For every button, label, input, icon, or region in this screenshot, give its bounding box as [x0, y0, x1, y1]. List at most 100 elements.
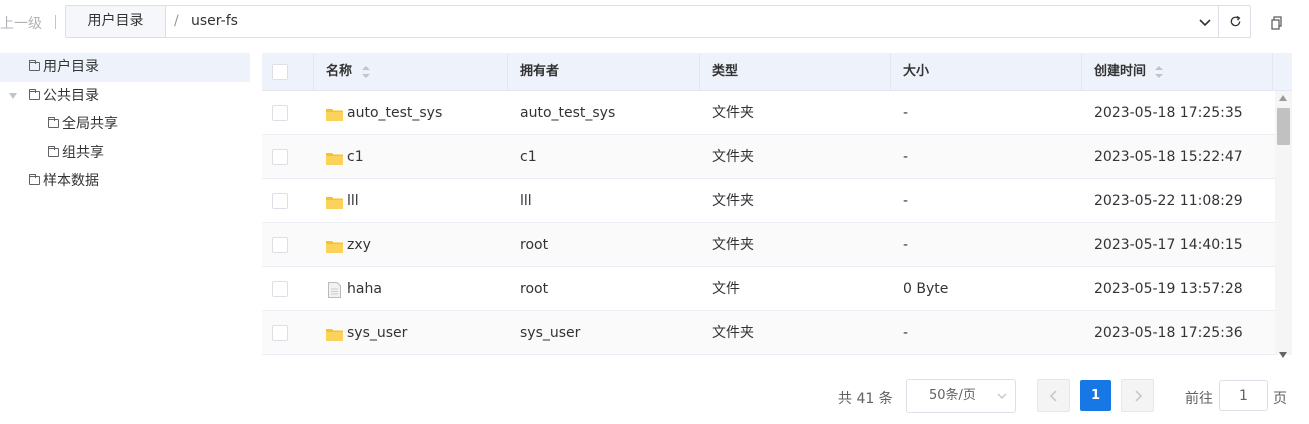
cell-name[interactable]: sys_user — [347, 311, 407, 355]
goto-label: 前往 — [1185, 391, 1213, 407]
table-row[interactable]: lll lll 文件夹 - 2023-05-22 11:08:29 — [262, 179, 1275, 223]
column-header-type: 类型 — [712, 64, 739, 79]
cell-owner: sys_user — [520, 325, 581, 341]
cell-created: 2023-05-18 17:25:36 — [1094, 325, 1243, 341]
cell-owner: root — [520, 237, 549, 253]
tree-item-sample-data[interactable]: 样本数据 — [0, 167, 250, 196]
chevron-down-icon[interactable] — [1198, 15, 1212, 29]
table-row[interactable]: auto_test_sys auto_test_sys 文件夹 - 2023-0… — [262, 91, 1275, 135]
chevron-left-icon — [1049, 389, 1057, 402]
path-breadcrumb: 用户目录 / user-fs — [65, 5, 1251, 38]
page-number-current[interactable]: 1 — [1080, 380, 1111, 411]
folder-icon — [326, 109, 343, 121]
folder-outline-icon — [48, 117, 59, 128]
row-checkbox[interactable] — [272, 281, 288, 297]
tree-item-user-dir[interactable]: 用户目录 — [0, 53, 250, 82]
cell-name[interactable]: auto_test_sys — [347, 91, 442, 135]
path-bar: 上一级 用户目录 / user-fs — [0, 5, 1309, 38]
table-header: 名称 拥有者 类型 大小 创建时间 — [262, 53, 1292, 91]
prev-page-button[interactable] — [1037, 379, 1070, 412]
cell-created: 2023-05-18 15:22:47 — [1094, 149, 1243, 165]
cell-size: - — [903, 325, 909, 341]
column-divider — [699, 53, 700, 91]
tree-item-label: 样本数据 — [43, 173, 99, 189]
path-segment[interactable]: user-fs — [191, 6, 238, 37]
row-checkbox[interactable] — [272, 149, 288, 165]
table-row[interactable]: haha root 文件 0 Byte 2023-05-19 13:57:28 — [262, 267, 1275, 311]
tree-item-label: 全局共享 — [62, 116, 118, 132]
cell-name[interactable]: haha — [347, 267, 382, 311]
tree-item-public-dir[interactable]: 公共目录 — [0, 82, 250, 111]
tree-item-label: 组共享 — [62, 144, 104, 161]
folder-icon — [326, 241, 343, 253]
cell-size: - — [903, 105, 909, 121]
refresh-icon — [1230, 15, 1240, 27]
cell-owner: c1 — [520, 149, 537, 165]
chevron-down-icon — [997, 393, 1007, 399]
row-checkbox[interactable] — [272, 237, 288, 253]
row-checkbox[interactable] — [272, 325, 288, 341]
cell-size: - — [903, 149, 909, 165]
path-separator: / — [174, 13, 179, 29]
scroll-down-arrow-icon[interactable] — [1279, 352, 1287, 358]
select-all-checkbox[interactable] — [272, 64, 288, 80]
page-suffix-label: 页 — [1273, 391, 1287, 407]
cell-type: 文件夹 — [712, 325, 754, 341]
cell-owner: root — [520, 281, 549, 297]
tree-item-group-share[interactable]: 组共享 — [0, 139, 250, 168]
folder-icon — [326, 197, 343, 209]
cell-created: 2023-05-19 13:57:28 — [1094, 281, 1243, 297]
tree-item-label: 用户目录 — [43, 59, 99, 75]
cell-created: 2023-05-17 14:40:15 — [1094, 237, 1243, 253]
table-row[interactable]: zxy root 文件夹 - 2023-05-17 14:40:15 — [262, 223, 1275, 267]
cell-name[interactable]: zxy — [347, 223, 371, 267]
cell-owner: lll — [520, 193, 532, 209]
folder-outline-icon — [29, 60, 40, 71]
column-header-name[interactable]: 名称 — [326, 53, 352, 91]
column-divider — [1272, 53, 1273, 91]
cell-created: 2023-05-22 11:08:29 — [1094, 193, 1243, 209]
column-divider — [507, 53, 508, 91]
cell-name[interactable]: lll — [347, 179, 359, 223]
tree-item-global-share[interactable]: 全局共享 — [0, 110, 250, 139]
next-page-button[interactable] — [1121, 379, 1154, 412]
table-row[interactable]: c1 c1 文件夹 - 2023-05-18 15:22:47 — [262, 135, 1275, 179]
cell-size: - — [903, 237, 909, 253]
copy-icon[interactable] — [1271, 16, 1283, 30]
tree-item-label: 公共目录 — [43, 87, 99, 104]
cell-owner: auto_test_sys — [520, 105, 616, 121]
folder-outline-icon — [48, 145, 59, 157]
folder-outline-icon — [29, 88, 40, 100]
chevron-right-icon — [1134, 389, 1142, 402]
file-icon — [328, 282, 341, 298]
up-level-link[interactable]: 上一级 — [0, 13, 42, 33]
caret-down-icon[interactable] — [9, 92, 17, 99]
column-divider — [1081, 53, 1082, 91]
directory-tree: 用户目录 公共目录 全局共享 组共享 样本数据 — [0, 53, 250, 196]
scroll-up-arrow-icon[interactable] — [1279, 95, 1287, 101]
path-root-button[interactable]: 用户目录 — [66, 6, 166, 37]
folder-outline-icon — [29, 174, 40, 185]
goto-page-input[interactable] — [1219, 380, 1268, 411]
cell-size: - — [903, 193, 909, 209]
cell-size: 0 Byte — [903, 281, 949, 297]
cell-name[interactable]: c1 — [347, 135, 364, 179]
row-checkbox[interactable] — [272, 105, 288, 121]
row-checkbox[interactable] — [272, 193, 288, 209]
cell-type: 文件 — [712, 281, 740, 297]
table-row[interactable]: sys_user sys_user 文件夹 - 2023-05-18 17:25… — [262, 311, 1275, 355]
cell-type: 文件夹 — [712, 105, 754, 121]
folder-icon — [326, 153, 343, 165]
sort-icon[interactable] — [1154, 64, 1164, 80]
column-divider — [313, 53, 314, 91]
page-size-select[interactable]: 50条/页 — [906, 379, 1016, 413]
scrollbar-thumb[interactable] — [1277, 108, 1290, 145]
cell-type: 文件夹 — [712, 237, 754, 253]
pagination-total: 共 41 条 — [838, 391, 893, 407]
folder-icon — [326, 329, 343, 341]
sort-icon[interactable] — [361, 64, 371, 80]
refresh-button[interactable] — [1218, 6, 1251, 37]
cell-created: 2023-05-18 17:25:35 — [1094, 105, 1243, 121]
column-header-created[interactable]: 创建时间 — [1094, 53, 1146, 91]
column-divider — [890, 53, 891, 91]
